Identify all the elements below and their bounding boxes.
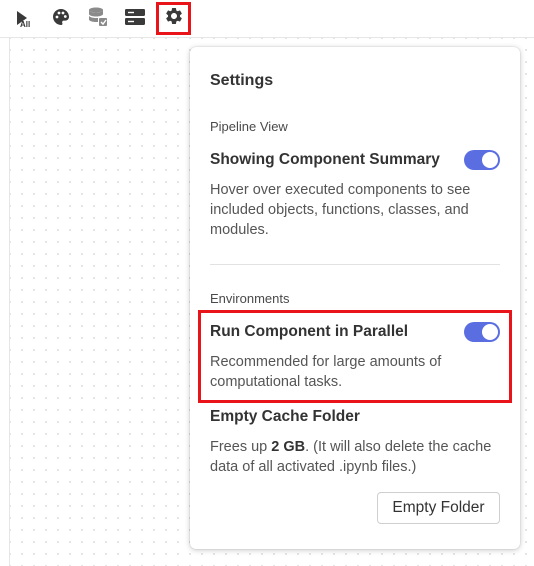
desc-prefix: Frees up	[210, 439, 272, 455]
empty-folder-button[interactable]: Empty Folder	[377, 492, 500, 524]
run-all-label: All	[20, 20, 31, 29]
empty-cache-title: Empty Cache Folder	[210, 408, 360, 425]
palette-icon	[52, 8, 70, 31]
component-summary-toggle[interactable]	[464, 150, 500, 170]
section-divider	[210, 264, 500, 265]
cache-size: 2 GB	[271, 439, 306, 455]
server-icon	[125, 8, 145, 30]
settings-button[interactable]	[156, 2, 191, 35]
environments-label: Environments	[210, 291, 290, 306]
settings-panel: Settings Pipeline View Showing Component…	[190, 47, 520, 549]
pipeline-view-label: Pipeline View	[210, 119, 288, 134]
panel-title: Settings	[210, 72, 274, 89]
server-button[interactable]	[119, 3, 151, 35]
data-button[interactable]	[82, 3, 114, 35]
left-gutter	[0, 38, 10, 566]
run-all-button[interactable]: All	[6, 3, 38, 35]
empty-cache-description: Frees up 2 GB. (It will also delete the …	[210, 437, 500, 477]
database-icon	[87, 6, 109, 33]
gear-icon	[164, 6, 184, 31]
component-summary-description: Hover over executed components to see in…	[210, 182, 471, 238]
theme-button[interactable]	[45, 3, 77, 35]
component-summary-title: Showing Component Summary	[210, 151, 440, 168]
toolbar: All	[0, 0, 534, 38]
toggle-knob	[482, 152, 498, 168]
highlight-annotation	[198, 310, 512, 403]
